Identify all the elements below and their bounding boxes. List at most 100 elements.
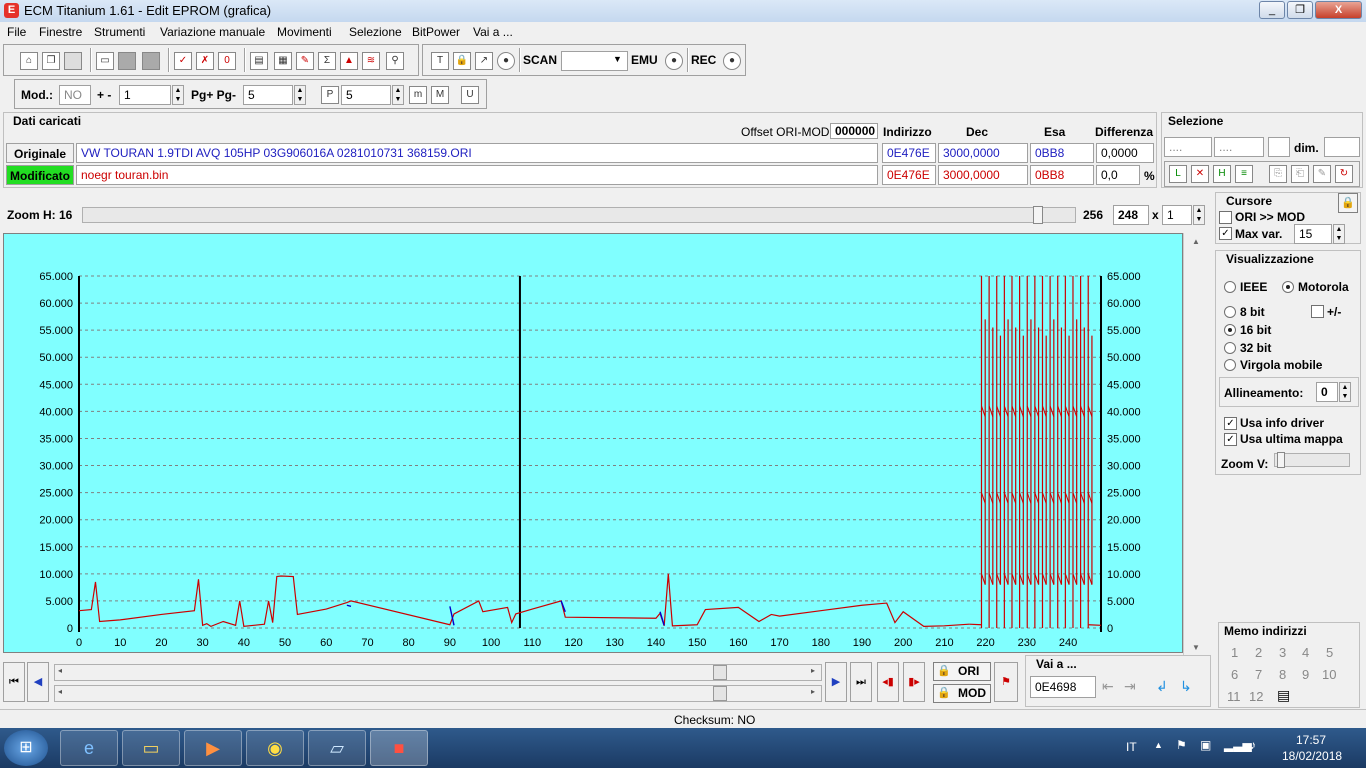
goto-next-icon[interactable]: ⇥: [1124, 678, 1136, 695]
modificato-file-field[interactable]: noegr touran.bin: [76, 165, 878, 185]
memo-7[interactable]: 7: [1255, 667, 1262, 682]
lock-icon[interactable]: 🔒: [453, 52, 471, 70]
rec-button-icon[interactable]: ●: [723, 52, 741, 70]
p-field[interactable]: 5: [341, 85, 391, 105]
dropdown-arrow-icon[interactable]: ▼: [613, 54, 622, 64]
memo-back-icon[interactable]: ↲: [1156, 678, 1168, 695]
offset-field[interactable]: 000000: [830, 123, 878, 139]
zero-icon[interactable]: 0: [218, 52, 236, 70]
max-var-field[interactable]: 15: [1294, 224, 1332, 244]
paste-icon[interactable]: [64, 52, 82, 70]
modificato-esa-field[interactable]: 0BB8: [1030, 165, 1094, 185]
minimize-button[interactable]: _: [1259, 1, 1285, 19]
sel-paste-icon[interactable]: ⎗: [1291, 165, 1309, 183]
zoom-spinner[interactable]: ▲ ▼: [1193, 205, 1205, 225]
close-button[interactable]: X: [1315, 1, 1362, 19]
sel-cross-icon[interactable]: ✕: [1191, 165, 1209, 183]
menu-file[interactable]: File: [7, 25, 26, 39]
delete-icon[interactable]: ✗: [196, 52, 214, 70]
modificato-label[interactable]: Modificato: [6, 165, 74, 185]
step-spinner[interactable]: ▲ ▼: [172, 85, 184, 105]
binoculars-icon[interactable]: ⚲: [386, 52, 404, 70]
memo-5[interactable]: 5: [1326, 645, 1333, 660]
menu-variazione-manuale[interactable]: Variazione manuale: [160, 25, 265, 39]
memo-11[interactable]: 11: [1227, 689, 1241, 704]
tray-signal-icon[interactable]: ▂▃▅: [1224, 738, 1252, 752]
memo-9[interactable]: 9: [1302, 667, 1309, 682]
home-icon[interactable]: ⌂: [20, 52, 38, 70]
tray-flag-icon[interactable]: ⚑: [1176, 738, 1187, 752]
alignment-spinner[interactable]: ▲ ▼: [1339, 382, 1351, 402]
start-button-icon[interactable]: ⊞: [4, 730, 48, 766]
originale-diff-field[interactable]: 0,0000: [1096, 143, 1154, 163]
dim-field[interactable]: [1324, 137, 1360, 157]
selection-extra-field[interactable]: [1268, 137, 1290, 157]
sel-list-icon[interactable]: ≡: [1235, 165, 1253, 183]
ori-scroll-thumb[interactable]: [713, 665, 727, 680]
goto-address-field[interactable]: 0E4698: [1030, 676, 1096, 698]
ori-scroll-right-icon[interactable]: ▸: [811, 666, 815, 675]
modificato-dec-field[interactable]: 3000,0000: [938, 165, 1028, 185]
memo-1[interactable]: 1: [1231, 645, 1238, 660]
8bit-radio[interactable]: [1224, 306, 1236, 318]
sel-h-icon[interactable]: H: [1213, 165, 1231, 183]
mod-scroll-right-icon[interactable]: ▸: [811, 687, 815, 696]
3d-map-icon[interactable]: ▲: [340, 52, 358, 70]
originale-file-field[interactable]: VW TOURAN 1.9TDI AVQ 105HP 03G906016A 02…: [76, 143, 878, 163]
motorola-radio[interactable]: [1282, 281, 1294, 293]
selection-start-field[interactable]: ....: [1164, 137, 1212, 157]
ieee-radio[interactable]: [1224, 281, 1236, 293]
memo-3[interactable]: 3: [1279, 645, 1286, 660]
originale-label[interactable]: Originale: [6, 143, 74, 163]
originale-addr-field[interactable]: 0E476E: [882, 143, 936, 163]
memo-8[interactable]: 8: [1279, 667, 1286, 682]
menu-strumenti[interactable]: Strumenti: [94, 25, 145, 39]
run-icon[interactable]: ↗: [475, 52, 493, 70]
ie-icon[interactable]: e: [60, 730, 118, 766]
clock-time[interactable]: 17:57: [1296, 733, 1326, 747]
explorer-icon[interactable]: ▭: [122, 730, 180, 766]
clock-date[interactable]: 18/02/2018: [1282, 749, 1342, 763]
menu-selezione[interactable]: Selezione: [349, 25, 402, 39]
chart-icon[interactable]: ≋: [362, 52, 380, 70]
32bit-radio[interactable]: [1224, 342, 1236, 354]
memo-12[interactable]: 12: [1249, 689, 1263, 704]
originale-esa-field[interactable]: 0BB8: [1030, 143, 1094, 163]
nav-prev-icon[interactable]: ◀: [27, 662, 49, 702]
tray-volume-icon[interactable]: ♪: [1250, 738, 1256, 752]
u-icon[interactable]: U: [461, 86, 479, 104]
floating-point-radio[interactable]: [1224, 359, 1236, 371]
eprom-chart[interactable]: 0 05.000 5.00010.000 10.00015.000 15.00020.0…: [4, 234, 1184, 654]
m-small-icon[interactable]: m: [409, 86, 427, 104]
modificato-addr-field[interactable]: 0E476E: [882, 165, 936, 185]
open-folder-icon[interactable]: ▭: [96, 52, 114, 70]
ori-scroll-left-icon[interactable]: ◂: [58, 666, 62, 675]
edit-graph-icon[interactable]: ✎: [296, 52, 314, 70]
media-player-icon[interactable]: ▶: [184, 730, 242, 766]
maximize-button[interactable]: ❐: [1287, 1, 1313, 19]
zoom-v-slider[interactable]: [1274, 452, 1350, 468]
nav-next-icon[interactable]: ▶: [825, 662, 847, 702]
memo-4[interactable]: 4: [1302, 645, 1309, 660]
p-icon[interactable]: P: [321, 86, 339, 104]
sel-copy-icon[interactable]: ⎘: [1269, 165, 1287, 183]
selection-end-field[interactable]: ....: [1214, 137, 1264, 157]
memo-10[interactable]: 10: [1322, 667, 1336, 682]
plot-vertical-scrollbar[interactable]: ▲ ▼: [1183, 233, 1210, 655]
memo-6[interactable]: 6: [1231, 667, 1238, 682]
checklist-icon[interactable]: ✓: [174, 52, 192, 70]
mod-scroll-thumb[interactable]: [713, 686, 727, 701]
nav-last-icon[interactable]: ⏭: [850, 662, 872, 702]
nav-next-diff-icon[interactable]: ▮▸: [903, 662, 925, 702]
plot-area[interactable]: 0 0 5.000 5.000 10.000 10.000 15.000 15.000 20.0…: [3, 233, 1183, 653]
ori-mod-checkbox[interactable]: [1219, 211, 1232, 224]
notepad-icon[interactable]: ▱: [308, 730, 366, 766]
menu-movimenti[interactable]: Movimenti: [277, 25, 332, 39]
cursor-lock-icon[interactable]: 🔒: [1338, 193, 1358, 213]
memo-fwd-icon[interactable]: ↳: [1180, 678, 1192, 695]
text-icon[interactable]: T: [431, 52, 449, 70]
sum-icon[interactable]: Σ: [318, 52, 336, 70]
page-spinner[interactable]: ▲ ▼: [294, 85, 306, 105]
ori-scrollbar[interactable]: ◂ ▸: [54, 664, 822, 681]
step-field[interactable]: 1: [119, 85, 171, 105]
